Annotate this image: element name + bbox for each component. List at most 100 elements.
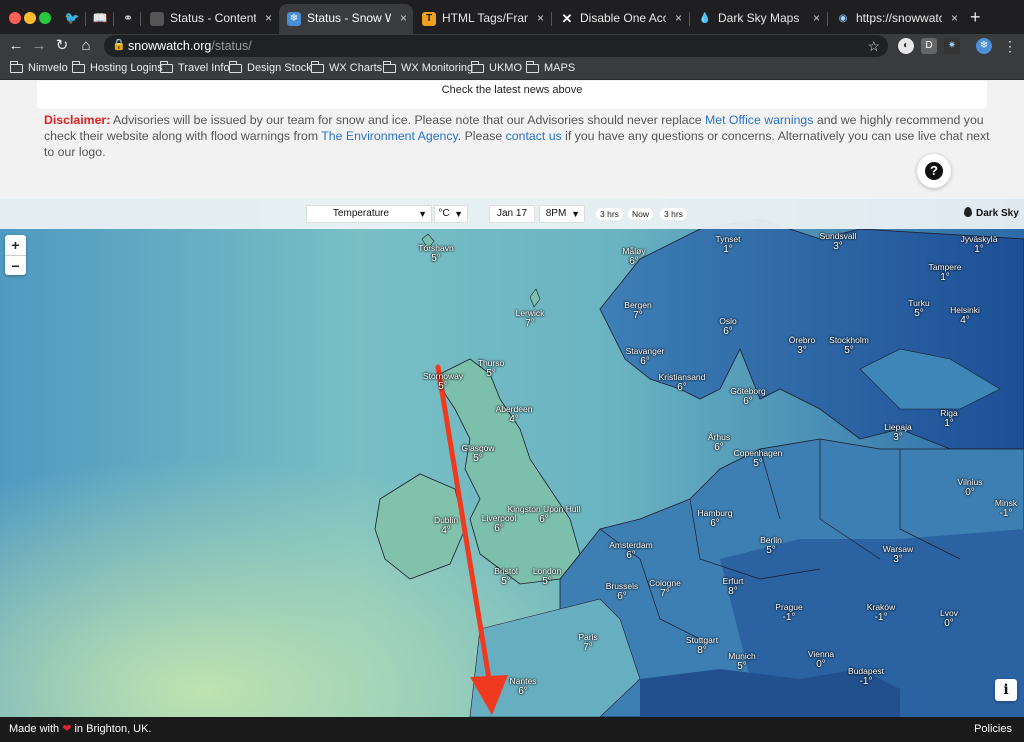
map-controls-bar: Temperature ▼ °C ▼ Jan 17 8PM ▼ 3 hrs No… [0, 199, 1024, 229]
zoom-out-button[interactable]: − [5, 255, 26, 275]
snowflake-icon: ❄ [287, 12, 301, 26]
time-select[interactable]: 8PM ▼ [539, 205, 585, 223]
bookmark-maps[interactable]: MAPS [525, 58, 575, 80]
pinned-tab-reader[interactable]: 📖 [88, 8, 112, 28]
disclaimer-label: Disclaimer: [44, 113, 111, 127]
step-back-button[interactable]: 3 hrs [596, 208, 623, 220]
chevron-down-icon: ▼ [418, 209, 427, 219]
extension-d-icon[interactable]: D [921, 38, 937, 54]
tab-close-icon[interactable]: × [951, 4, 958, 32]
tab-snowwatch-url[interactable]: ◉ https://snowwatch.org × [828, 4, 964, 34]
city-label: Munich 5° [728, 651, 756, 672]
heart-icon: ❤ [62, 723, 72, 735]
window-minimize-button[interactable] [24, 12, 36, 24]
step-forward-button[interactable]: 3 hrs [660, 208, 687, 220]
tab-status-snow-watch[interactable]: ❄ Status - Snow Watch U × [279, 4, 413, 34]
tab-disable-accordion[interactable]: ✕ Disable One Accordion × [552, 4, 688, 34]
question-icon: ? [925, 162, 943, 180]
bookmark-hosting-logins[interactable]: Hosting Logins [71, 58, 163, 80]
policies-link[interactable]: Policies [974, 717, 1012, 742]
environment-agency-link[interactable]: The Environment Agency [321, 129, 457, 143]
city-label: Bristol 5° [494, 566, 518, 587]
darksky-drop-icon [964, 207, 972, 217]
back-button[interactable]: ← [6, 34, 26, 58]
zoom-in-button[interactable]: + [5, 235, 26, 255]
weather-map[interactable]: Temperature ▼ °C ▼ Jan 17 8PM ▼ 3 hrs No… [0, 199, 1024, 717]
city-label: Tampere 1° [928, 262, 962, 283]
address-bar[interactable]: 🔒 snowwatch.org/status/ ☆ [104, 35, 888, 57]
tab-close-icon[interactable]: × [675, 4, 682, 32]
zoom-control: + − [5, 235, 26, 275]
city-label: Kristiansand 6° [658, 372, 706, 393]
city-label: Århus 6° [707, 432, 731, 453]
bookmark-wx-monitoring[interactable]: WX Monitoring [382, 58, 473, 80]
url-text: snowwatch.org/status/ [128, 39, 252, 53]
met-office-warnings-link[interactable]: Met Office warnings [705, 113, 813, 127]
date-select[interactable]: Jan 17 [489, 205, 535, 223]
bookmark-travel-info[interactable]: Travel Info [159, 58, 230, 80]
forward-button[interactable]: → [29, 34, 49, 58]
extension-snowflake-icon[interactable]: ❄ [976, 38, 992, 54]
pinned-tab-app[interactable]: ⚭ [116, 8, 140, 28]
city-label: Glasgow 5° [461, 443, 495, 464]
city-label: Kraków -1° [866, 602, 896, 623]
city-label: Oslo 6° [719, 316, 737, 337]
tab-close-icon[interactable]: × [400, 4, 407, 32]
city-label: Warsaw 3° [882, 544, 914, 565]
tab-close-icon[interactable]: × [813, 4, 820, 32]
help-button[interactable]: ? [917, 154, 951, 188]
city-label: Jyväskylä 1° [960, 234, 998, 255]
city-label: Hamburg 6° [697, 508, 733, 529]
pinned-tab-twitter[interactable]: 🐦 [60, 8, 84, 28]
city-label: Copenhagen 5° [733, 448, 783, 469]
window-close-button[interactable] [9, 12, 21, 24]
dark-sky-logo[interactable]: Dark Sky [964, 206, 1019, 222]
tab-label: https://snowwatch.org [856, 11, 942, 25]
tab-label: Status - Snow Watch U [307, 11, 391, 25]
city-label: Lvov 0° [940, 608, 958, 629]
extension-shield-icon[interactable]: ◐ [898, 38, 914, 54]
bookmark-star-icon[interactable]: ☆ [867, 35, 880, 57]
darksky-icon: 💧 [698, 13, 712, 24]
tab-close-icon[interactable]: × [265, 4, 272, 32]
window-maximize-button[interactable] [39, 12, 51, 24]
bookmark-wx-charts[interactable]: WX Charts [310, 58, 382, 80]
city-label: Vilnius 0° [957, 477, 983, 498]
city-label: Vienna 0° [807, 649, 835, 670]
city-label: Liepaja 3° [884, 422, 912, 443]
unit-select[interactable]: °C ▼ [434, 205, 468, 223]
new-tab-button[interactable]: + [970, 6, 981, 28]
browser-tab-strip: 🐦 📖 ⚭ Status - Content - Pro × ❄ Status … [0, 0, 1024, 34]
city-label: Måløy 6° [622, 246, 646, 267]
tab-label: HTML Tags/Frame Tag [442, 11, 528, 25]
tab-close-icon[interactable]: × [537, 4, 544, 32]
tab-html-tags[interactable]: T HTML Tags/Frame Tag × [414, 4, 550, 34]
city-label: Aberdeen 4° [495, 404, 533, 425]
reload-button[interactable]: ↻ [52, 34, 72, 58]
folder-icon [71, 61, 85, 73]
menu-kebab-icon[interactable]: ⋮ [1000, 34, 1020, 58]
news-text: Check the latest news above [441, 84, 583, 96]
bookmark-design-stock[interactable]: Design Stock [228, 58, 312, 80]
contact-us-link[interactable]: contact us [506, 129, 562, 143]
tab-label: Disable One Accordion [580, 11, 666, 25]
home-button[interactable]: ⌂ [76, 34, 96, 58]
info-button[interactable]: i [995, 679, 1017, 701]
city-label: Minsk -1° [994, 498, 1018, 519]
map-background [0, 199, 1024, 717]
layer-select[interactable]: Temperature ▼ [306, 205, 432, 223]
folder-icon [228, 61, 242, 73]
city-label: Göteborg 6° [730, 386, 766, 407]
now-button[interactable]: Now [628, 208, 654, 220]
extension-gear-icon[interactable]: ✷ [944, 38, 960, 54]
city-label: Kingston Upon Hull 6° [507, 504, 581, 525]
bookmark-ukmo[interactable]: UKMO [470, 58, 522, 80]
folder-icon [382, 61, 396, 73]
city-label: Erfurt 8° [722, 576, 744, 597]
tab-status-content[interactable]: Status - Content - Pro × [142, 4, 278, 34]
tab-dark-sky-maps[interactable]: 💧 Dark Sky Maps × [690, 4, 826, 34]
folder-icon [525, 61, 539, 73]
city-label: Tórshavn 5° [418, 243, 454, 264]
chevron-down-icon: ▼ [454, 209, 463, 219]
bookmark-nimvelo[interactable]: Nimvelo [9, 58, 68, 80]
